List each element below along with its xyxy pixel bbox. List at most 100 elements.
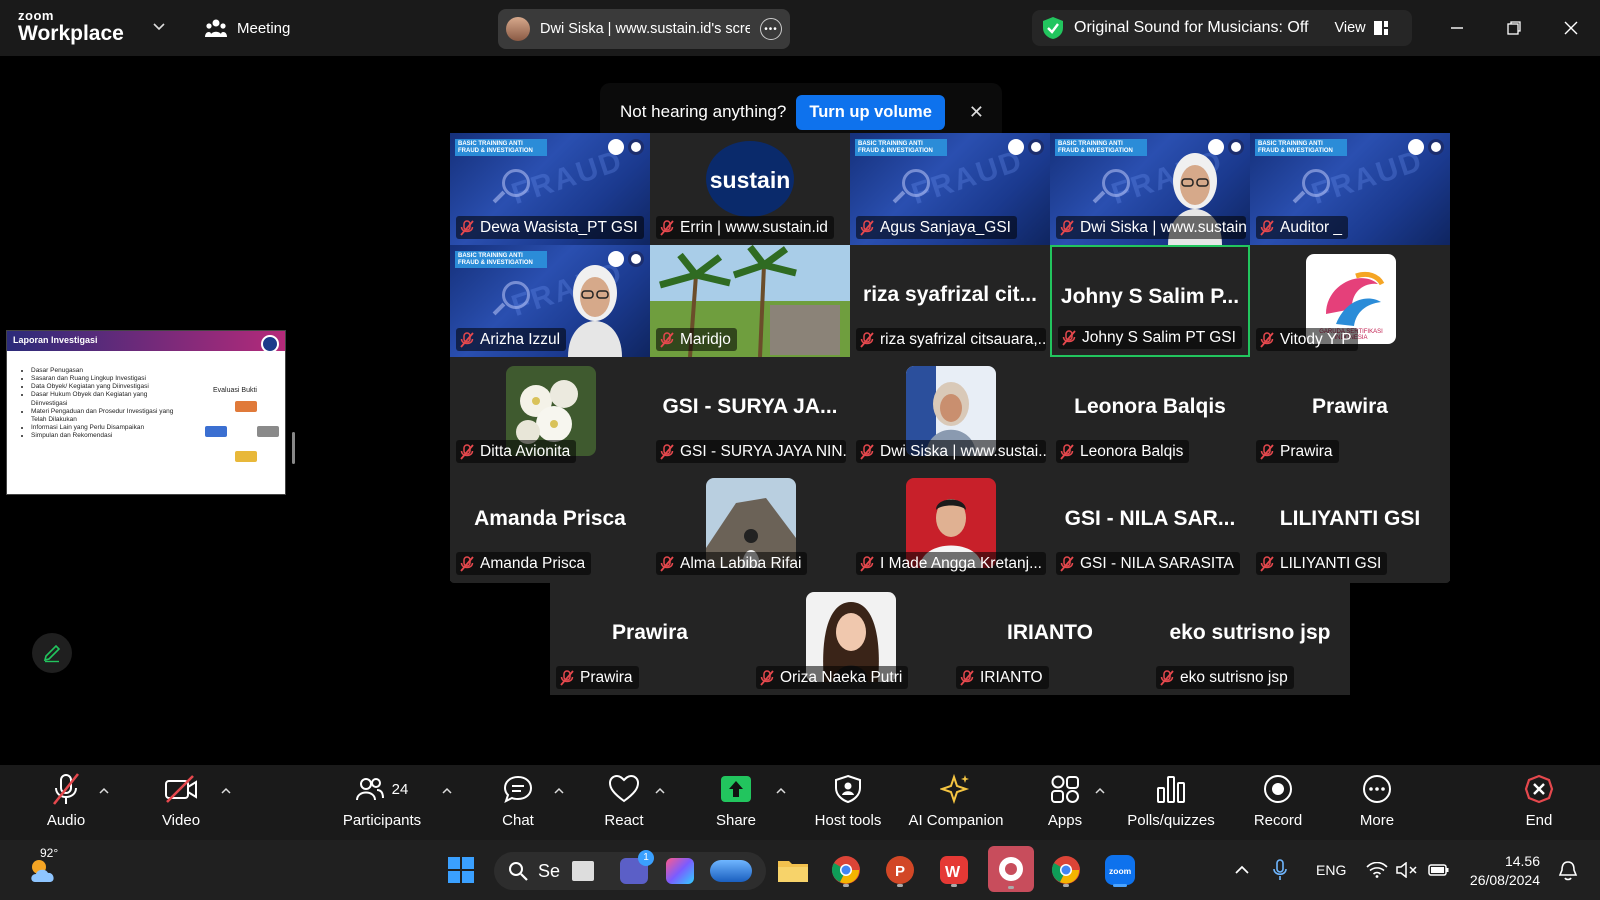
participants-button[interactable]: 24 Participants (336, 770, 428, 836)
participant-display-name: eko sutrisno jsp (1169, 621, 1331, 644)
screen-recorder-icon[interactable] (988, 846, 1034, 892)
slide-logo-icon (261, 335, 279, 353)
language-indicator[interactable]: ENG (1316, 862, 1346, 878)
close-button[interactable] (1557, 14, 1585, 42)
copilot-icon[interactable] (666, 858, 695, 884)
apps-options-caret-icon[interactable] (1094, 785, 1106, 797)
participant-tile[interactable]: riza syafrizal cit... riza syafrizal cits… (850, 245, 1050, 357)
participant-tile[interactable]: Johny S Salim P... Johny S Salim PT GSI (1050, 245, 1250, 357)
restore-button[interactable] (1500, 14, 1528, 42)
participant-name: Maridjo (680, 330, 731, 348)
mic-muted-icon (760, 669, 774, 686)
participant-tile[interactable]: BASIC TRAINING ANTI FRAUD & INVESTIGATIO… (1050, 133, 1250, 245)
participant-tile[interactable]: LILIYANTI GSI LILIYANTI GSI (1250, 469, 1450, 581)
chrome-profile-icon[interactable] (1046, 850, 1086, 890)
participant-tile[interactable]: BASIC TRAINING ANTI FRAUD & INVESTIGATIO… (850, 133, 1050, 245)
mail-icon[interactable] (710, 860, 753, 882)
participant-tile[interactable]: Maridjo (650, 245, 850, 357)
shared-screen-thumbnail[interactable]: Laporan Investigasi Dasar Penugasan Sasa… (6, 330, 286, 495)
polls-quizzes-button[interactable]: Polls/quizzes (1122, 770, 1220, 836)
more-button[interactable]: More (1352, 770, 1402, 836)
participant-tile[interactable]: Alma Labiba Rifai (650, 469, 850, 581)
participant-tile[interactable]: Oriza Naeka Putri (750, 583, 950, 695)
participant-display-name: riza syafrizal cit... (863, 283, 1037, 306)
audio-options-caret-icon[interactable] (98, 785, 110, 797)
host-tools-button[interactable]: Host tools (806, 770, 890, 836)
participant-tile[interactable]: Ditta Avionita (450, 357, 650, 469)
participant-tile[interactable]: Leonora Balqis Leonora Balqis (1050, 357, 1250, 469)
chrome-icon[interactable] (826, 850, 866, 890)
meeting-label: Meeting (237, 19, 291, 37)
clock[interactable]: 14.56 26/08/2024 (1468, 852, 1540, 890)
participant-tile[interactable]: Prawira Prawira (550, 583, 750, 695)
mic-muted-icon (1260, 443, 1274, 460)
chat-button[interactable]: Chat (492, 770, 544, 836)
apps-button[interactable]: Apps (1040, 770, 1090, 836)
participant-name: GSI - NILA SARASITA (1080, 554, 1234, 572)
taskbar-search[interactable]: Se 1 (494, 850, 766, 890)
participant-name: Dwi Siska | www.sustain.id (1080, 218, 1246, 236)
react-options-caret-icon[interactable] (654, 785, 666, 797)
participant-name-label: Prawira (556, 666, 639, 689)
wifi-icon[interactable] (1366, 862, 1388, 878)
participant-tile[interactable]: Dwi Siska | www.sustai... (850, 357, 1050, 469)
meeting-button[interactable]: Meeting (205, 16, 290, 40)
participant-tile[interactable]: I Made Angga Kretanj... (850, 469, 1050, 581)
mic-muted-icon (1260, 555, 1274, 572)
video-options-caret-icon[interactable] (220, 785, 232, 797)
chat-options-caret-icon[interactable] (553, 785, 565, 797)
mic-muted-icon (460, 443, 474, 460)
participant-tile[interactable]: GARUDA SERTIFIKASI INDONESIAVitody Y P (1250, 245, 1450, 357)
tray-mic-icon[interactable] (1273, 859, 1287, 881)
original-sound-indicator[interactable]: Original Sound for Musicians: Off View (1032, 10, 1412, 46)
restore-icon (1507, 21, 1521, 35)
participants-options-caret-icon[interactable] (441, 785, 453, 797)
diagram-node (235, 451, 257, 462)
audio-button[interactable]: Audio (38, 770, 94, 836)
tray-chevron-up-icon[interactable] (1234, 863, 1250, 877)
chevron-down-icon[interactable] (152, 20, 166, 34)
participant-tile[interactable]: Amanda Prisca Amanda Prisca (450, 469, 650, 581)
minimize-button[interactable] (1443, 14, 1471, 42)
ai-companion-button[interactable]: AI Companion (906, 770, 1006, 836)
zoom-taskbar-icon[interactable]: zoom (1100, 850, 1140, 890)
participant-tile[interactable]: IRIANTO IRIANTO (950, 583, 1150, 695)
video-button[interactable]: Video (152, 770, 210, 836)
annotate-button[interactable] (32, 633, 72, 673)
end-meeting-button[interactable]: End (1516, 770, 1562, 836)
file-explorer-icon[interactable] (773, 850, 813, 890)
close-notification-icon[interactable]: ✕ (969, 102, 984, 123)
thumbnail-resize-handle[interactable] (292, 432, 295, 464)
participant-tile[interactable]: GSI - SURYA JA... GSI - SURYA JAYA NIN... (650, 357, 850, 469)
participant-name: Vitody Y P (1280, 330, 1352, 348)
wps-office-icon[interactable]: W (934, 850, 974, 890)
participant-tile[interactable]: GSI - NILA SAR... GSI - NILA SARASITA (1050, 469, 1250, 581)
notification-bell-icon[interactable] (1558, 860, 1578, 882)
start-button[interactable] (441, 850, 481, 890)
participant-tile[interactable]: BASIC TRAINING ANTI FRAUD & INVESTIGATIO… (450, 245, 650, 357)
end-label: End (1525, 812, 1553, 829)
close-icon (1564, 21, 1578, 35)
speaker-muted-icon[interactable] (1396, 862, 1418, 878)
more-icon[interactable]: ••• (760, 18, 782, 40)
powerpoint-icon[interactable]: P (880, 850, 920, 890)
host-shield-icon (835, 774, 861, 804)
turn-up-volume-button[interactable]: Turn up volume (796, 94, 945, 130)
shield-check-icon (1043, 17, 1063, 39)
react-button[interactable]: React (596, 770, 652, 836)
share-options-caret-icon[interactable] (775, 785, 787, 797)
participant-tile[interactable]: sustain Errin | www.sustain.id (650, 133, 850, 245)
participant-tile[interactable]: BASIC TRAINING ANTI FRAUD & INVESTIGATIO… (1250, 133, 1450, 245)
teams-icon[interactable]: 1 (620, 850, 655, 884)
share-button[interactable]: Share (708, 770, 764, 836)
record-button[interactable]: Record (1248, 770, 1308, 836)
participant-tile[interactable]: Prawira Prawira (1250, 357, 1450, 469)
participant-tile[interactable]: BASIC TRAINING ANTI FRAUD & INVESTIGATIO… (450, 133, 650, 245)
pencil-icon (43, 644, 61, 663)
battery-icon[interactable] (1428, 862, 1450, 878)
view-button[interactable]: View (1334, 20, 1388, 36)
participant-display-name: GSI - NILA SAR... (1064, 507, 1236, 530)
participant-name: Amanda Prisca (480, 554, 586, 572)
screen-share-indicator[interactable]: Dwi Siska | www.sustain.id's scree ••• (498, 9, 790, 49)
participant-tile[interactable]: eko sutrisno jsp eko sutrisno jsp (1150, 583, 1350, 695)
